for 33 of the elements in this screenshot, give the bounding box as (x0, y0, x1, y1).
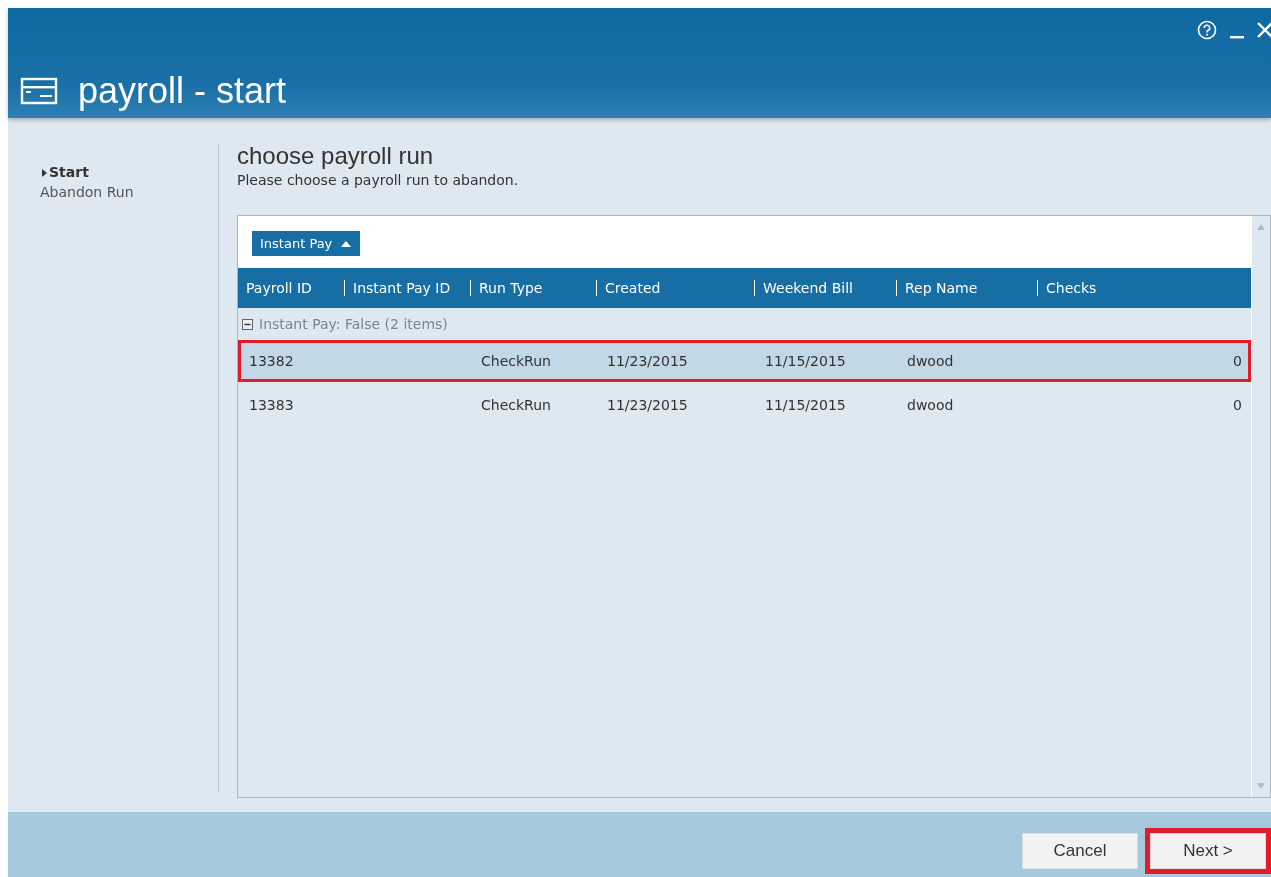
table-cell: 11/15/2015 (765, 353, 846, 369)
instruction-text: Please choose a payroll run to abandon. (237, 172, 520, 188)
table-row[interactable]: 13382 CheckRun 11/23/2015 11/15/2015 dwood 0 (238, 340, 1251, 382)
table-cell: 13382 (249, 353, 294, 369)
group-by-button[interactable]: Instant Pay (252, 231, 361, 256)
table-cell: 0 (1233, 353, 1242, 369)
card-icon (20, 77, 58, 105)
step-item[interactable]: Start (8, 162, 218, 182)
table-cell: 0 (1233, 397, 1242, 413)
table-cell: dwood (907, 353, 954, 369)
table-cell: CheckRun (481, 353, 551, 369)
table-cell: dwood (907, 397, 954, 413)
caret-icon (340, 239, 353, 248)
table-cell: 11/23/2015 (607, 397, 688, 413)
close-icon[interactable] (1257, 20, 1271, 40)
collapse-icon[interactable] (242, 318, 253, 330)
step-item[interactable]: Abandon Run (8, 182, 218, 202)
table-cell: 11/23/2015 (607, 353, 688, 369)
table-cell: CheckRun (481, 397, 551, 413)
page-heading: choose payroll run (237, 142, 435, 170)
window-title: payroll - start (78, 70, 287, 112)
table-cell: 13383 (249, 397, 294, 413)
column-header[interactable]: Created (596, 280, 754, 296)
table-row[interactable]: 13383 CheckRun 11/23/2015 11/15/2015 dwood 0 (238, 384, 1251, 426)
help-icon[interactable] (1197, 20, 1217, 40)
table-cell: 11/15/2015 (765, 397, 846, 413)
column-header[interactable]: Instant Pay ID (344, 280, 470, 296)
column-header[interactable]: Weekend Bill (754, 280, 896, 296)
dialog-button[interactable]: Cancel (1022, 833, 1138, 869)
group-label: Instant Pay: False (2 items) (259, 316, 448, 332)
column-header[interactable]: Payroll ID (238, 280, 344, 296)
column-header[interactable]: Run Type (470, 280, 596, 296)
column-header[interactable]: Rep Name (896, 280, 1037, 296)
